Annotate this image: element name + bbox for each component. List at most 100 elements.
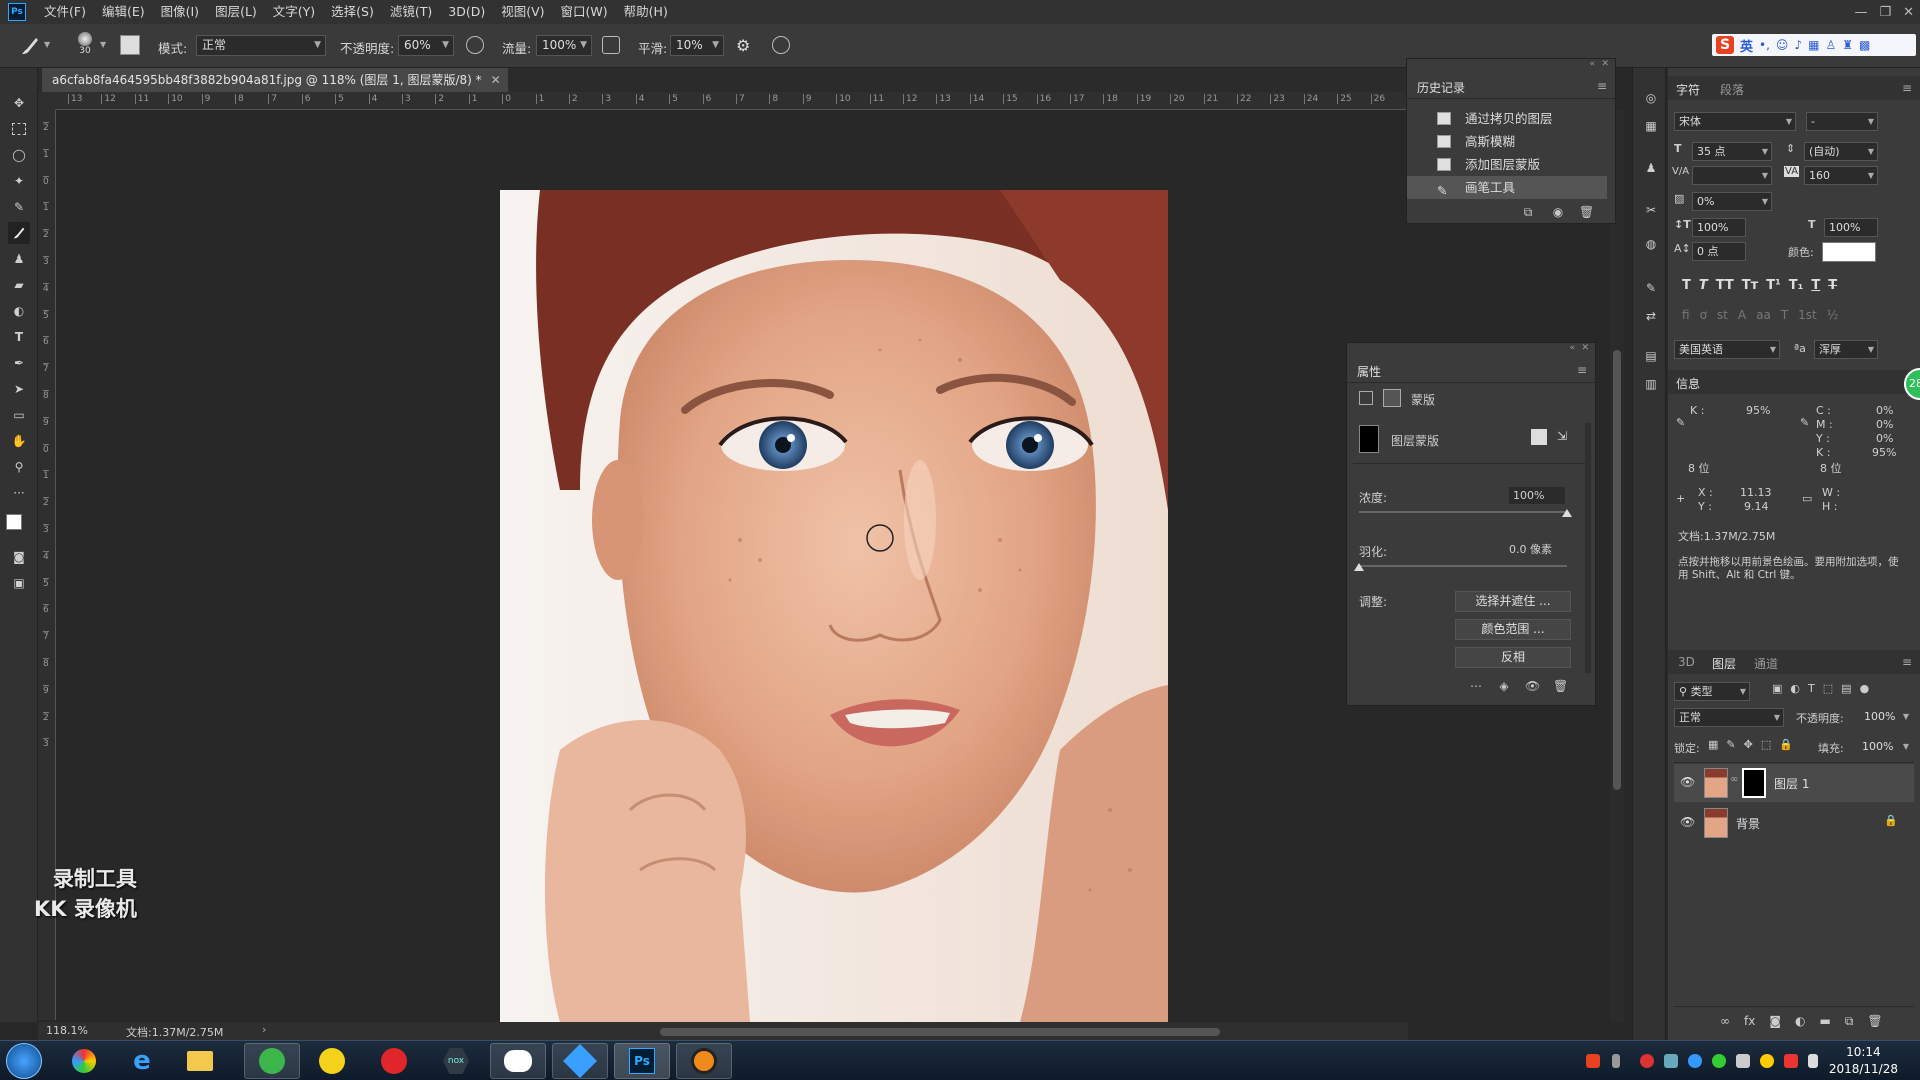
flow-input[interactable]: 100% ▼ [536, 35, 592, 56]
channels-icon[interactable]: ◍ [1641, 234, 1661, 254]
restore-button[interactable]: ❐ [1879, 5, 1891, 20]
subscript-button[interactable]: T₁ [1789, 278, 1804, 293]
pressure-opacity-icon[interactable] [466, 36, 484, 54]
lasso-tool-icon[interactable]: ◯ [8, 144, 30, 166]
taskbar-app-photoshop[interactable]: Ps [614, 1043, 670, 1079]
user-icon[interactable]: ♙ [1825, 38, 1836, 52]
mode-select[interactable]: 正常 ▼ [196, 35, 326, 56]
trash-icon[interactable]: 🗑 [1867, 1014, 1882, 1029]
scroll-thumb[interactable] [1613, 350, 1621, 790]
filter-adjustment-icon[interactable]: ◐ [1790, 682, 1800, 695]
link-layers-icon[interactable]: ∞ [1720, 1014, 1730, 1029]
microphone-icon[interactable]: ♪ [1794, 38, 1802, 52]
all-caps-button[interactable]: TT [1716, 278, 1734, 293]
ordinal-button[interactable]: T [1781, 308, 1788, 322]
gradient-tool-icon[interactable]: ◐ [8, 300, 30, 322]
tray-display-icon[interactable] [1736, 1054, 1750, 1068]
gear-icon[interactable]: ⚙ [736, 36, 750, 55]
kerning-input[interactable]: ▼ [1692, 166, 1772, 185]
collapse-icon[interactable]: « [1569, 343, 1575, 353]
load-selection-icon[interactable]: ⋯ [1469, 679, 1483, 693]
start-button[interactable] [6, 1043, 42, 1079]
menu-filter[interactable]: 滤镜(T) [382, 0, 440, 24]
eraser-tool-icon[interactable]: ▰ [8, 274, 30, 296]
notes-icon[interactable]: ▥ [1641, 374, 1661, 394]
path-select-tool-icon[interactable]: ➤ [8, 378, 30, 400]
underline-button[interactable]: T [1811, 278, 1820, 293]
tab-paragraph[interactable]: 段落 [1720, 81, 1744, 98]
taskbar-app-yellow[interactable] [304, 1043, 360, 1079]
taskbar-app-ie[interactable]: e [114, 1043, 170, 1079]
magic-wand-tool-icon[interactable]: ✦ [8, 170, 30, 192]
document-image[interactable] [500, 190, 1168, 1022]
leading-input[interactable]: (自动) ▼ [1804, 142, 1878, 161]
move-tool-icon[interactable]: ✥ [8, 92, 30, 114]
antialias-select[interactable]: 浑厚 ▼ [1814, 340, 1878, 359]
superscript-button[interactable]: T¹ [1766, 278, 1781, 293]
vertical-scrollbar[interactable] [1610, 110, 1624, 1022]
fractions-button[interactable]: ½ [1827, 308, 1839, 322]
brush-settings-panel-icon[interactable] [120, 35, 140, 55]
adjustment-layer-icon[interactable]: ◐ [1795, 1014, 1805, 1029]
screen-mode-icon[interactable]: ▣ [8, 572, 30, 594]
close-panel-icon[interactable]: ✕ [1601, 59, 1609, 69]
apply-mask-icon[interactable]: ⇲ [1557, 429, 1567, 443]
close-panel-icon[interactable]: ✕ [1581, 343, 1589, 353]
clone-source-icon[interactable]: ♟ [1641, 158, 1661, 178]
eye-icon[interactable]: 👁 [1680, 815, 1695, 829]
menu-image[interactable]: 图像(I) [153, 0, 207, 24]
sogou-logo-icon[interactable]: S [1716, 36, 1734, 54]
density-slider-track[interactable] [1359, 511, 1567, 513]
airbrush-icon[interactable] [602, 36, 620, 54]
history-item-active[interactable]: ✎ 画笔工具 [1407, 176, 1607, 199]
taskbar-app-explorer[interactable] [172, 1043, 228, 1079]
status-menu-arrow-icon[interactable]: › [262, 1023, 266, 1036]
eye-icon[interactable]: 👁 [1680, 775, 1695, 789]
strikethrough-button[interactable]: T [1828, 278, 1837, 293]
hand-tool-icon[interactable]: ✋ [8, 430, 30, 452]
pressure-size-icon[interactable] [772, 36, 790, 54]
chevron-down-icon[interactable]: ▼ [100, 40, 106, 49]
feather-slider-thumb[interactable] [1354, 563, 1364, 571]
close-tab-icon[interactable]: ✕ [491, 68, 501, 92]
taskbar-app-360[interactable] [56, 1043, 112, 1079]
collapse-icon[interactable]: « [1589, 59, 1595, 69]
new-document-from-state-icon[interactable]: ⧉ [1521, 205, 1535, 219]
history-item[interactable]: 添加图层蒙版 [1407, 153, 1607, 176]
adjustments-icon[interactable]: ⇄ [1641, 306, 1661, 326]
clone-stamp-tool-icon[interactable]: ♟ [8, 248, 30, 270]
layer-row-layer1[interactable]: 👁 ∞ 图层 1 [1674, 764, 1914, 802]
tray-sogou-icon[interactable] [1586, 1054, 1600, 1068]
brush-tool-icon[interactable] [18, 34, 42, 58]
document-tab[interactable]: a6cfab8fa464595bb48f3882b904a81f.jpg @ 1… [42, 68, 508, 92]
filter-smart-icon[interactable]: ▤ [1841, 682, 1851, 695]
add-mask-icon[interactable]: ◙ [1769, 1014, 1781, 1029]
tray-app-icon[interactable] [1640, 1054, 1654, 1068]
tray-plus-icon[interactable] [1760, 1054, 1774, 1068]
rectangle-tool-icon[interactable]: ▭ [8, 404, 30, 426]
history-item[interactable]: 通过拷贝的图层 [1407, 107, 1607, 130]
ligature-button[interactable]: fi [1682, 308, 1690, 322]
menu-select[interactable]: 选择(S) [323, 0, 382, 24]
horizontal-ruler[interactable]: 13 12 11 10 9 8 7 6 5 4 3 2 1 0 1 2 3 4 5 6 7 8 9 10 11 12 13 14 15 1… [56, 92, 1408, 110]
stylistic-button[interactable]: A [1738, 308, 1746, 322]
titling-button[interactable]: aa [1756, 308, 1771, 322]
filter-shape-icon[interactable]: ⬚ [1823, 682, 1833, 695]
folder-icon[interactable]: ▬ [1819, 1014, 1830, 1029]
history-item[interactable]: 高斯模糊 [1407, 130, 1607, 153]
eye-icon[interactable]: 👁 [1525, 679, 1540, 693]
layer-filter-select[interactable]: ⚲ 类型 ▼ [1674, 682, 1750, 701]
lock-pixels-icon[interactable]: ✎ [1726, 738, 1735, 751]
ruler-origin[interactable] [38, 92, 56, 110]
language-select[interactable]: 美国英语 ▼ [1674, 340, 1780, 359]
taskbar-app-wechat[interactable] [490, 1043, 546, 1079]
tracking-input[interactable]: 160 ▼ [1804, 166, 1878, 185]
type-tool-icon[interactable]: T [8, 326, 30, 348]
font-family-select[interactable]: 宋体 ▼ [1674, 112, 1796, 131]
filter-type-icon[interactable]: T [1808, 682, 1815, 695]
tools-icon[interactable]: ✂ [1641, 200, 1661, 220]
zoom-level[interactable]: 118.1% [46, 1024, 88, 1037]
baseline-shift-input[interactable]: 0 点 [1692, 242, 1746, 261]
menu-edit[interactable]: 编辑(E) [94, 0, 153, 24]
tsume-input[interactable]: 0% ▼ [1692, 192, 1772, 211]
